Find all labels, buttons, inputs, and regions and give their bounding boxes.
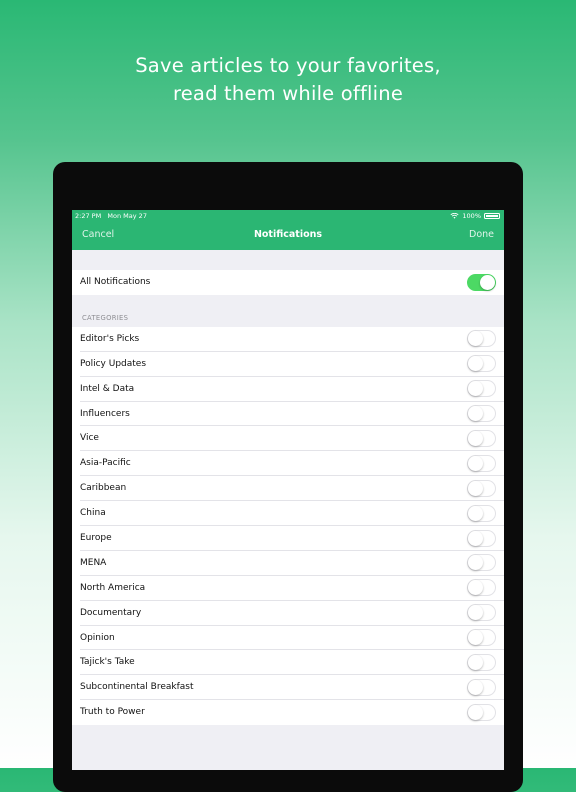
category-row: Asia-Pacific [72,451,504,477]
wifi-icon [450,213,459,219]
category-row: Intel & Data [72,376,504,402]
category-toggle[interactable] [467,678,496,696]
toggle-knob [468,654,483,670]
category-label: North America [80,582,146,593]
toggle-knob [468,630,483,646]
battery-percent: 100% [462,212,481,220]
all-notifications-toggle[interactable] [467,273,496,291]
status-time: 2:27 PM [75,212,102,220]
category-label: Policy Updates [80,358,147,369]
toggle-knob [468,331,483,347]
category-row: Documentary [72,600,504,626]
category-label: China [80,508,106,519]
category-row: Editor's Picks [72,326,504,352]
toggle-knob [468,704,483,720]
category-toggle[interactable] [467,330,496,348]
toggle-knob [468,381,483,397]
toggle-knob [480,274,495,290]
category-row: Europe [72,526,504,551]
all-notifications-row: All Notifications [72,270,504,295]
toggle-knob [468,430,483,446]
category-row: MENA [72,550,504,576]
toggle-knob [468,505,483,521]
toggle-knob [468,356,483,372]
toggle-knob [468,605,483,621]
toggle-knob [468,555,483,571]
category-row: China [72,501,504,527]
category-toggle[interactable] [467,355,496,373]
top-spacer [72,250,504,270]
category-label: MENA [80,557,107,568]
all-notifications-label: All Notifications [80,277,151,287]
category-row: Tajick's Take [72,650,504,676]
category-toggle[interactable] [467,479,496,497]
category-label: Subcontinental Breakfast [80,682,194,693]
category-toggle[interactable] [467,504,496,522]
status-time-date: 2:27 PM Mon May 27 [75,212,147,220]
category-label: Editor's Picks [80,333,140,344]
category-toggle[interactable] [467,405,496,423]
category-toggle[interactable] [467,380,496,398]
category-row: North America [72,575,504,601]
category-label: Europe [80,533,112,544]
promo-line-2: read them while offline [172,82,404,105]
category-toggle[interactable] [467,429,496,447]
toggle-knob [468,406,483,422]
category-row: Subcontinental Breakfast [72,675,504,701]
category-row: Vice [72,426,504,452]
toggle-knob [468,679,483,695]
category-label: Truth to Power [80,707,145,718]
category-toggle[interactable] [467,454,496,472]
category-toggle[interactable] [467,653,496,671]
category-label: Tajick's Take [80,657,135,668]
promo-line-1: Save articles to your favorites, [135,54,441,77]
category-label: Intel & Data [80,383,135,394]
category-label: Influencers [80,408,130,419]
category-label: Asia-Pacific [80,458,131,469]
category-label: Opinion [80,632,115,643]
category-row: Caribbean [72,476,504,502]
categories-section-header: CATEGORIES [72,295,504,327]
category-toggle[interactable] [467,554,496,572]
battery-icon [484,213,500,219]
category-toggle[interactable] [467,703,496,721]
nav-title: Notifications [253,229,323,240]
category-toggle[interactable] [467,529,496,547]
app-screen: 2:27 PM Mon May 27 100% Cancel Notificat… [72,210,504,770]
category-toggle[interactable] [467,604,496,622]
done-button[interactable]: Done [469,229,494,240]
nav-bar: Cancel Notifications Done [72,222,504,250]
status-indicators: 100% [450,212,500,220]
category-row: Policy Updates [72,351,504,377]
category-row: Opinion [72,625,504,651]
category-list: Editor's Picks Policy Updates Intel & Data… [72,326,504,726]
status-bar: 2:27 PM Mon May 27 100% [72,210,504,222]
categories-header-label: CATEGORIES [82,313,129,322]
category-row: Influencers [72,401,504,427]
toggle-knob [468,530,483,546]
category-label: Documentary [80,607,142,618]
toggle-knob [468,480,483,496]
status-date: Mon May 27 [107,212,147,220]
category-label: Caribbean [80,483,127,494]
toggle-knob [468,580,483,596]
toggle-knob [468,455,483,471]
category-label: Vice [80,433,99,444]
category-toggle[interactable] [467,629,496,647]
promo-headline: Save articles to your favorites, read th… [0,52,576,108]
category-toggle[interactable] [467,579,496,597]
category-row: Truth to Power [72,700,504,726]
